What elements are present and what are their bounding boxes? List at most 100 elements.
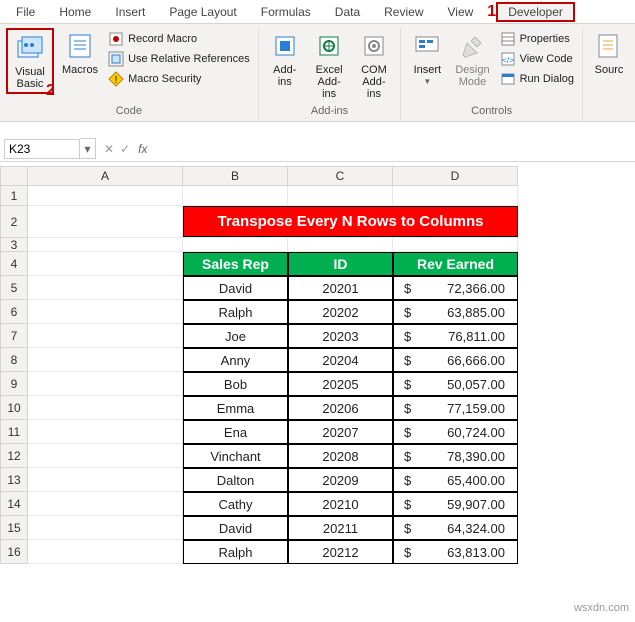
cell-rev[interactable]: $76,811.00	[393, 324, 518, 348]
cell-rep[interactable]: David	[183, 516, 288, 540]
addins-button[interactable]: Add- ins	[265, 28, 305, 90]
visual-basic-icon	[14, 32, 46, 64]
cell-rep[interactable]: Dalton	[183, 468, 288, 492]
run-dialog-button[interactable]: Run Dialog	[498, 70, 576, 88]
col-header-A[interactable]: A	[28, 166, 183, 186]
cell-id[interactable]: 20207	[288, 420, 393, 444]
row-header[interactable]: 16	[0, 540, 28, 564]
relative-references-icon	[108, 51, 124, 67]
cell-rev[interactable]: $66,666.00	[393, 348, 518, 372]
com-addins-button[interactable]: COM Add-ins	[354, 28, 395, 102]
tab-data[interactable]: Data	[323, 2, 372, 22]
properties-button[interactable]: Properties	[498, 30, 576, 48]
cell-id[interactable]: 20208	[288, 444, 393, 468]
cell-rep[interactable]: Cathy	[183, 492, 288, 516]
macros-button[interactable]: Macros	[58, 28, 102, 78]
cell-rep[interactable]: Ralph	[183, 300, 288, 324]
row-header[interactable]: 4	[0, 252, 28, 276]
tab-file[interactable]: File	[4, 2, 47, 22]
cell-id[interactable]: 20210	[288, 492, 393, 516]
source-button[interactable]: Sourc	[589, 28, 629, 78]
design-mode-label: Design Mode	[455, 64, 489, 88]
row-header[interactable]: 8	[0, 348, 28, 372]
row-header[interactable]: 6	[0, 300, 28, 324]
row-header[interactable]: 5	[0, 276, 28, 300]
table-row: 5 David20201$72,366.00	[0, 276, 635, 300]
enter-formula-icon[interactable]: ✓	[120, 142, 130, 156]
cell-id[interactable]: 20201	[288, 276, 393, 300]
cell-rev[interactable]: $63,813.00	[393, 540, 518, 564]
table-row: 16 Ralph20212$63,813.00	[0, 540, 635, 564]
view-code-button[interactable]: </> View Code	[498, 50, 576, 68]
row-header[interactable]: 14	[0, 492, 28, 516]
controls-group-label: Controls	[407, 103, 576, 121]
tab-view[interactable]: View	[436, 2, 486, 22]
name-box-dropdown[interactable]: ▾	[80, 138, 96, 159]
row-header[interactable]: 12	[0, 444, 28, 468]
row-header[interactable]: 11	[0, 420, 28, 444]
developer-highlight: Developer	[496, 2, 575, 22]
cell-rep[interactable]: Bob	[183, 372, 288, 396]
source-label: Sourc	[595, 64, 624, 76]
tab-review[interactable]: Review	[372, 2, 435, 22]
cell-rev[interactable]: $60,724.00	[393, 420, 518, 444]
cell-id[interactable]: 20202	[288, 300, 393, 324]
insert-control-button[interactable]: Insert ▼	[407, 28, 447, 89]
table-header-id[interactable]: ID	[288, 252, 393, 276]
cell-id[interactable]: 20206	[288, 396, 393, 420]
row-header[interactable]: 13	[0, 468, 28, 492]
row-header[interactable]: 9	[0, 372, 28, 396]
cell-rep[interactable]: Vinchant	[183, 444, 288, 468]
cell-rep[interactable]: Anny	[183, 348, 288, 372]
cell-id[interactable]: 20211	[288, 516, 393, 540]
tab-insert[interactable]: Insert	[103, 2, 157, 22]
cell-id[interactable]: 20203	[288, 324, 393, 348]
cell-rev[interactable]: $72,366.00	[393, 276, 518, 300]
use-relative-references-button[interactable]: Use Relative References	[106, 50, 252, 68]
cell-rep[interactable]: David	[183, 276, 288, 300]
row-header[interactable]: 10	[0, 396, 28, 420]
formula-input[interactable]	[151, 140, 635, 158]
cell-id[interactable]: 20205	[288, 372, 393, 396]
tab-formulas[interactable]: Formulas	[249, 2, 323, 22]
record-macro-button[interactable]: Record Macro	[106, 30, 252, 48]
design-mode-button[interactable]: Design Mode	[451, 28, 493, 90]
row-header[interactable]: 7	[0, 324, 28, 348]
cancel-formula-icon[interactable]: ✕	[104, 142, 114, 156]
properties-icon	[500, 31, 516, 47]
cell-rev[interactable]: $77,159.00	[393, 396, 518, 420]
cell-rev[interactable]: $59,907.00	[393, 492, 518, 516]
excel-addins-button[interactable]: Excel Add-ins	[309, 28, 350, 102]
row-header[interactable]: 15	[0, 516, 28, 540]
tab-home[interactable]: Home	[47, 2, 103, 22]
cell-rev[interactable]: $64,324.00	[393, 516, 518, 540]
cell-rep[interactable]: Ralph	[183, 540, 288, 564]
macro-security-button[interactable]: ! Macro Security	[106, 70, 252, 88]
cell-rep[interactable]: Ena	[183, 420, 288, 444]
table-header-rep[interactable]: Sales Rep	[183, 252, 288, 276]
select-all-corner[interactable]	[0, 166, 28, 186]
cell-rev[interactable]: $78,390.00	[393, 444, 518, 468]
worksheet-grid[interactable]: A B C D 1 2 Transpose Every N Rows to Co…	[0, 166, 635, 564]
visual-basic-button[interactable]: Visual Basic	[10, 30, 50, 92]
row-header[interactable]: 2	[0, 206, 28, 238]
table-header-rev[interactable]: Rev Earned	[393, 252, 518, 276]
tab-page-layout[interactable]: Page Layout	[157, 2, 248, 22]
fx-icon[interactable]: fx	[138, 142, 147, 156]
cell-id[interactable]: 20209	[288, 468, 393, 492]
row-header[interactable]: 3	[0, 238, 28, 252]
cell-rep[interactable]: Joe	[183, 324, 288, 348]
cell-id[interactable]: 20204	[288, 348, 393, 372]
cell-id[interactable]: 20212	[288, 540, 393, 564]
macro-security-label: Macro Security	[128, 73, 201, 85]
cell-rev[interactable]: $50,057.00	[393, 372, 518, 396]
col-header-C[interactable]: C	[288, 166, 393, 186]
col-header-B[interactable]: B	[183, 166, 288, 186]
tab-developer[interactable]: Developer	[498, 4, 573, 20]
row-header[interactable]: 1	[0, 186, 28, 206]
cell-rev[interactable]: $63,885.00	[393, 300, 518, 324]
col-header-D[interactable]: D	[393, 166, 518, 186]
name-box[interactable]	[4, 139, 80, 159]
cell-rev[interactable]: $65,400.00	[393, 468, 518, 492]
cell-rep[interactable]: Emma	[183, 396, 288, 420]
